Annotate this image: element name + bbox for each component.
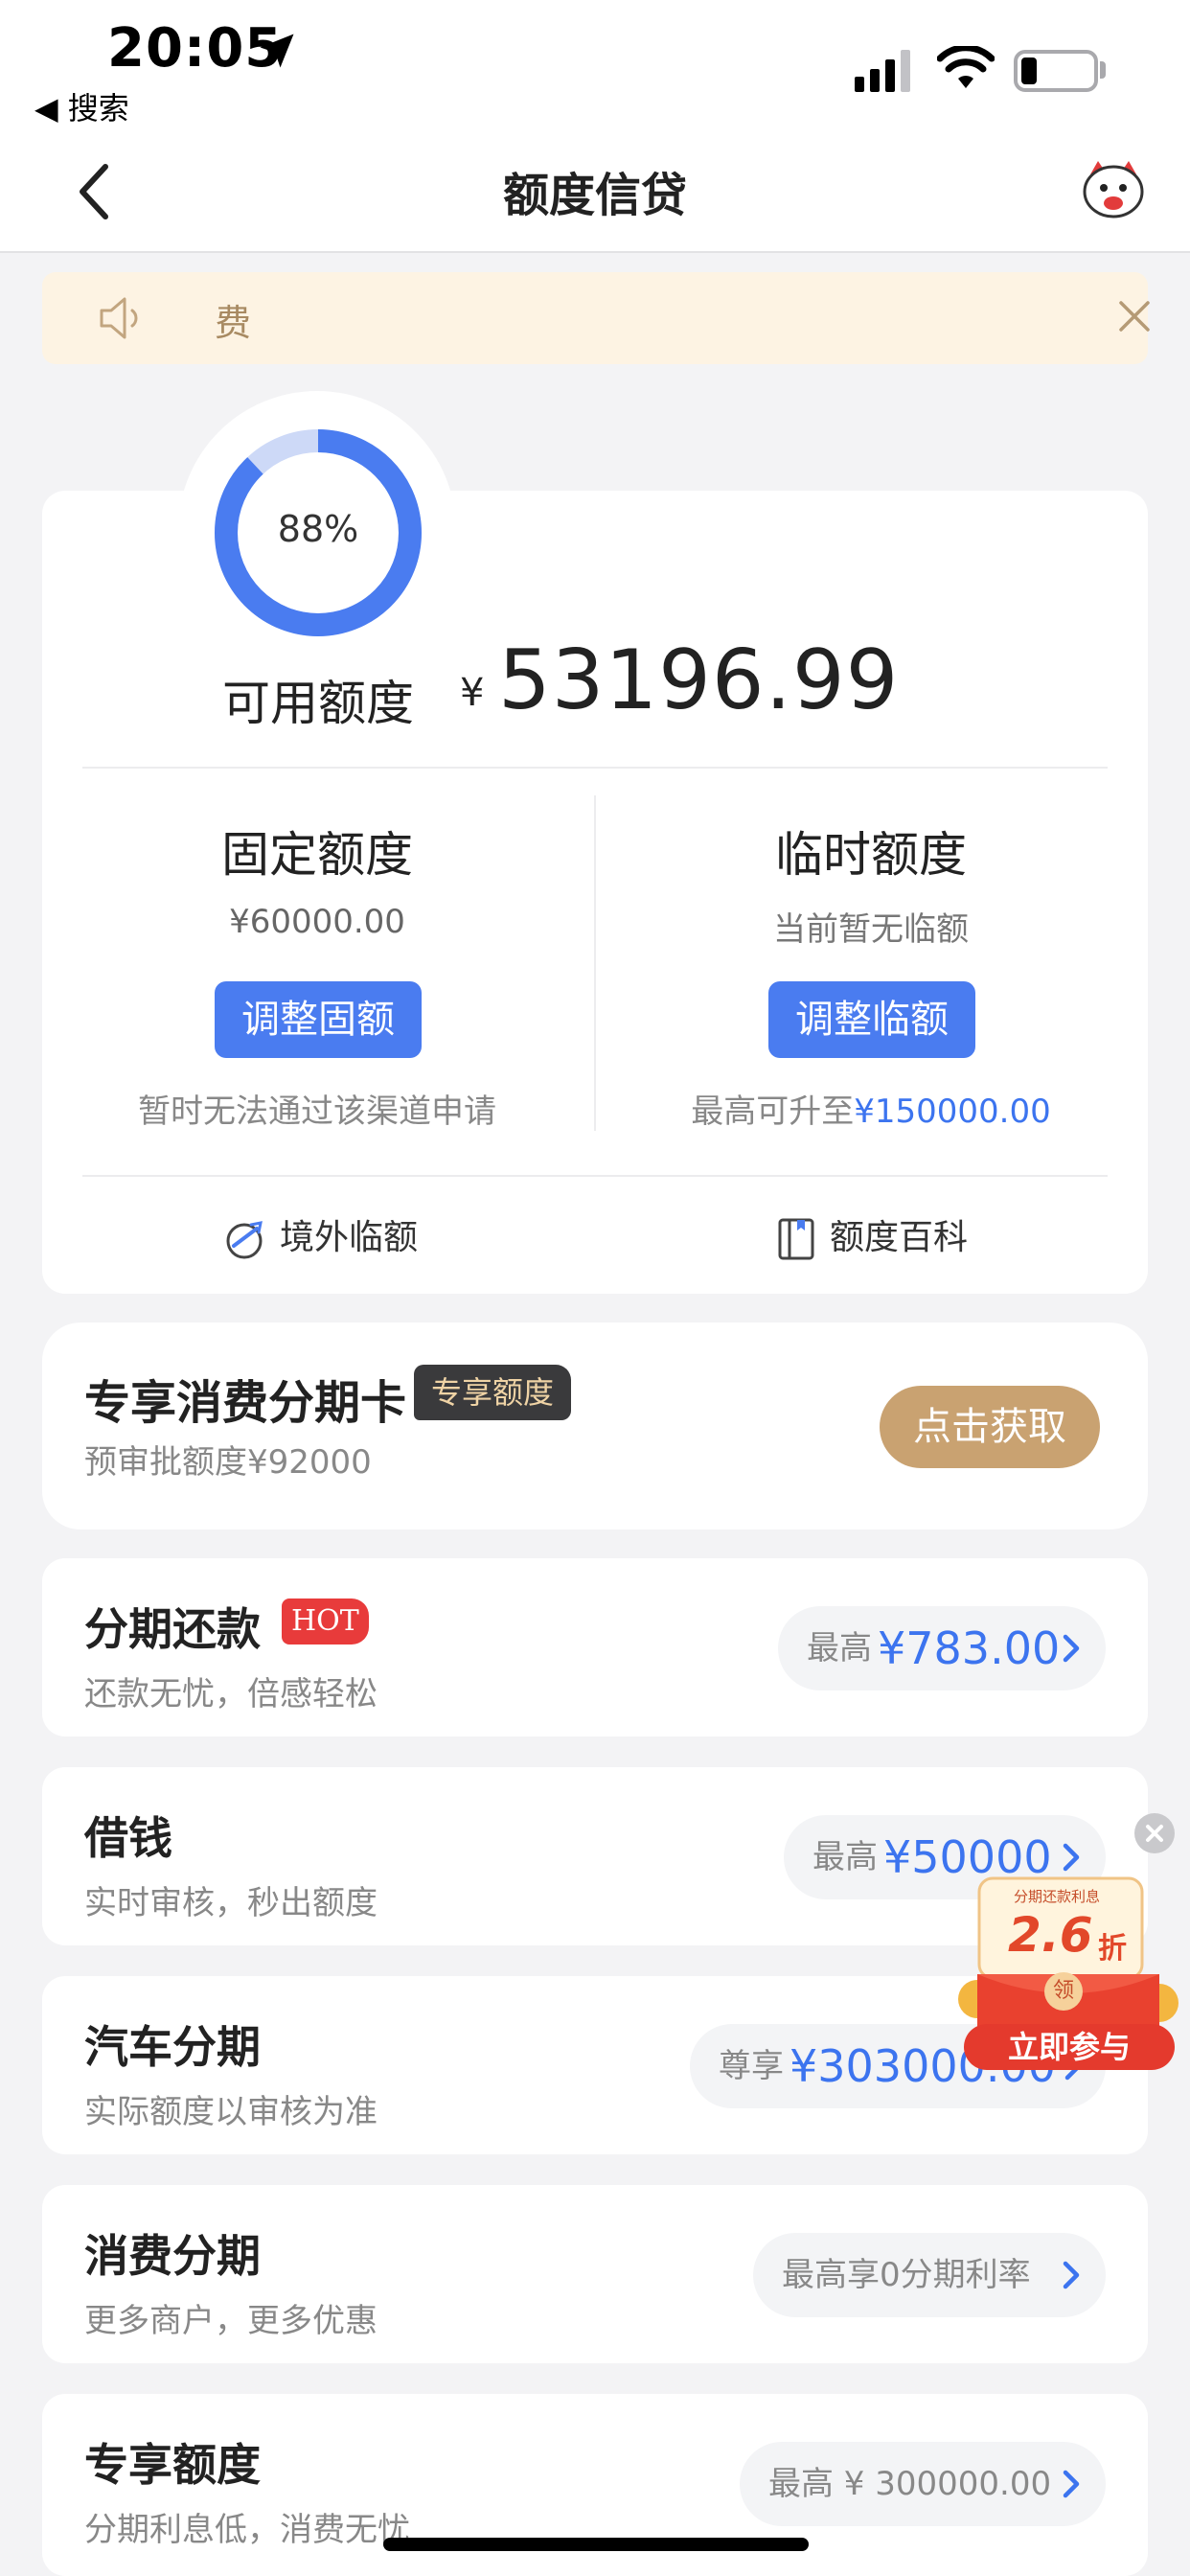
top-bar: 20:05 ◀ 搜索 额度信贷	[0, 0, 1190, 253]
car-installment-title: 汽车分期	[84, 2021, 261, 2073]
wifi-icon	[937, 46, 995, 88]
claim-badge: 领	[1044, 1972, 1083, 2011]
adjust-temp-button[interactable]: 调整临额	[768, 981, 975, 1058]
pill-label: 最高 ¥ 300000.00	[768, 2465, 1052, 2503]
chevron-right-icon	[1063, 2261, 1080, 2289]
installment-repay-title: 分期还款	[84, 1603, 261, 1655]
pill-label: 尊享	[719, 2047, 784, 2085]
chevron-right-icon	[1063, 2470, 1080, 2498]
location-arrow-icon	[260, 34, 294, 68]
pill-label: 最高	[812, 1838, 878, 1876]
fixed-limit-amount: ¥60000.00	[229, 903, 405, 941]
notice-bar[interactable]: 费	[42, 272, 1150, 364]
mascot-icon[interactable]	[1081, 159, 1146, 220]
globe-plane-icon	[226, 1221, 263, 1259]
coupon-close-button[interactable]	[1134, 1813, 1175, 1853]
divider	[82, 1175, 1108, 1177]
consumer-installment-pill[interactable]: 最高享0分期利率	[753, 2233, 1106, 2317]
fixed-limit-note: 暂时无法通过该渠道申请	[138, 1092, 496, 1131]
temp-note-value: ¥150000.00	[854, 1092, 1051, 1131]
floating-coupon[interactable]: 分期还款利息 2.6 折 领 立即参与	[958, 1869, 1180, 2080]
battery-icon	[1014, 50, 1098, 92]
column-divider	[594, 795, 596, 1131]
overseas-temp-limit-link[interactable]: 境外临额	[222, 1209, 418, 1261]
page-title: 额度信贷	[502, 169, 687, 222]
back-to-app[interactable]: ◀ 搜索	[34, 84, 129, 128]
coupon-unit: 折	[1098, 1932, 1127, 1966]
exclusive-limit-subtitle: 分期利息低，消费无忧	[84, 2511, 410, 2549]
temp-limit-status: 当前暂无临额	[773, 910, 969, 949]
consumer-installment-subtitle: 更多商户，更多优惠	[84, 2302, 378, 2340]
hot-badge: HOT	[282, 1598, 369, 1644]
notice-text: 费	[215, 302, 252, 344]
coupon-discount: 2.6	[1008, 1907, 1093, 1963]
overseas-label: 境外临额	[280, 1218, 419, 1257]
borrow-subtitle: 实时审核，秒出额度	[84, 1884, 378, 1922]
pill-label: 最高享0分期利率	[782, 2256, 1031, 2294]
currency-symbol: ¥	[460, 671, 485, 715]
promo-tag: 专享额度	[414, 1365, 572, 1420]
available-amount: 53196.99	[498, 632, 900, 728]
pill-value: ¥783.00	[878, 1622, 1061, 1674]
close-icon[interactable]	[1115, 297, 1154, 335]
promo-subtitle: 预审批额度¥92000	[84, 1443, 372, 1482]
available-label: 可用额度	[222, 676, 414, 731]
pill-label: 最高	[807, 1629, 872, 1668]
get-card-button[interactable]: 点击获取	[880, 1386, 1100, 1468]
credit-wiki-link[interactable]: 额度百科	[776, 1209, 968, 1261]
adjust-fixed-button[interactable]: 调整固额	[215, 981, 422, 1058]
promo-title: 专享消费分期卡	[84, 1376, 407, 1430]
chevron-right-icon	[1063, 1634, 1080, 1663]
wiki-label: 额度百科	[830, 1218, 969, 1257]
home-indicator	[383, 2538, 809, 2551]
installment-repay-subtitle: 还款无忧，倍感轻松	[84, 1675, 378, 1714]
speaker-icon	[100, 297, 138, 339]
divider	[82, 767, 1108, 769]
join-now-button[interactable]: 立即参与	[964, 2024, 1175, 2070]
temp-limit-note: 最高可升至¥150000.00	[636, 1085, 1106, 1132]
battery-tip	[1100, 61, 1106, 79]
close-icon	[1146, 1825, 1163, 1842]
coupon-caption: 分期还款利息	[1013, 1888, 1100, 1905]
exclusive-limit-title: 专享额度	[84, 2439, 261, 2491]
usage-percent: 88%	[277, 508, 359, 550]
book-icon	[778, 1218, 814, 1260]
temp-note-prefix: 最高可升至	[691, 1092, 855, 1131]
temp-limit-title: 临时额度	[775, 827, 967, 883]
exclusive-limit-pill[interactable]: 最高 ¥ 300000.00	[740, 2442, 1106, 2526]
borrow-title: 借钱	[84, 1812, 172, 1864]
fixed-limit-title: 固定额度	[221, 827, 413, 883]
cellular-signal-icon	[855, 50, 910, 92]
installment-repay-pill[interactable]: 最高 ¥783.00	[778, 1606, 1106, 1690]
consumer-installment-title: 消费分期	[84, 2230, 261, 2282]
car-installment-subtitle: 实际额度以审核为准	[84, 2093, 378, 2131]
